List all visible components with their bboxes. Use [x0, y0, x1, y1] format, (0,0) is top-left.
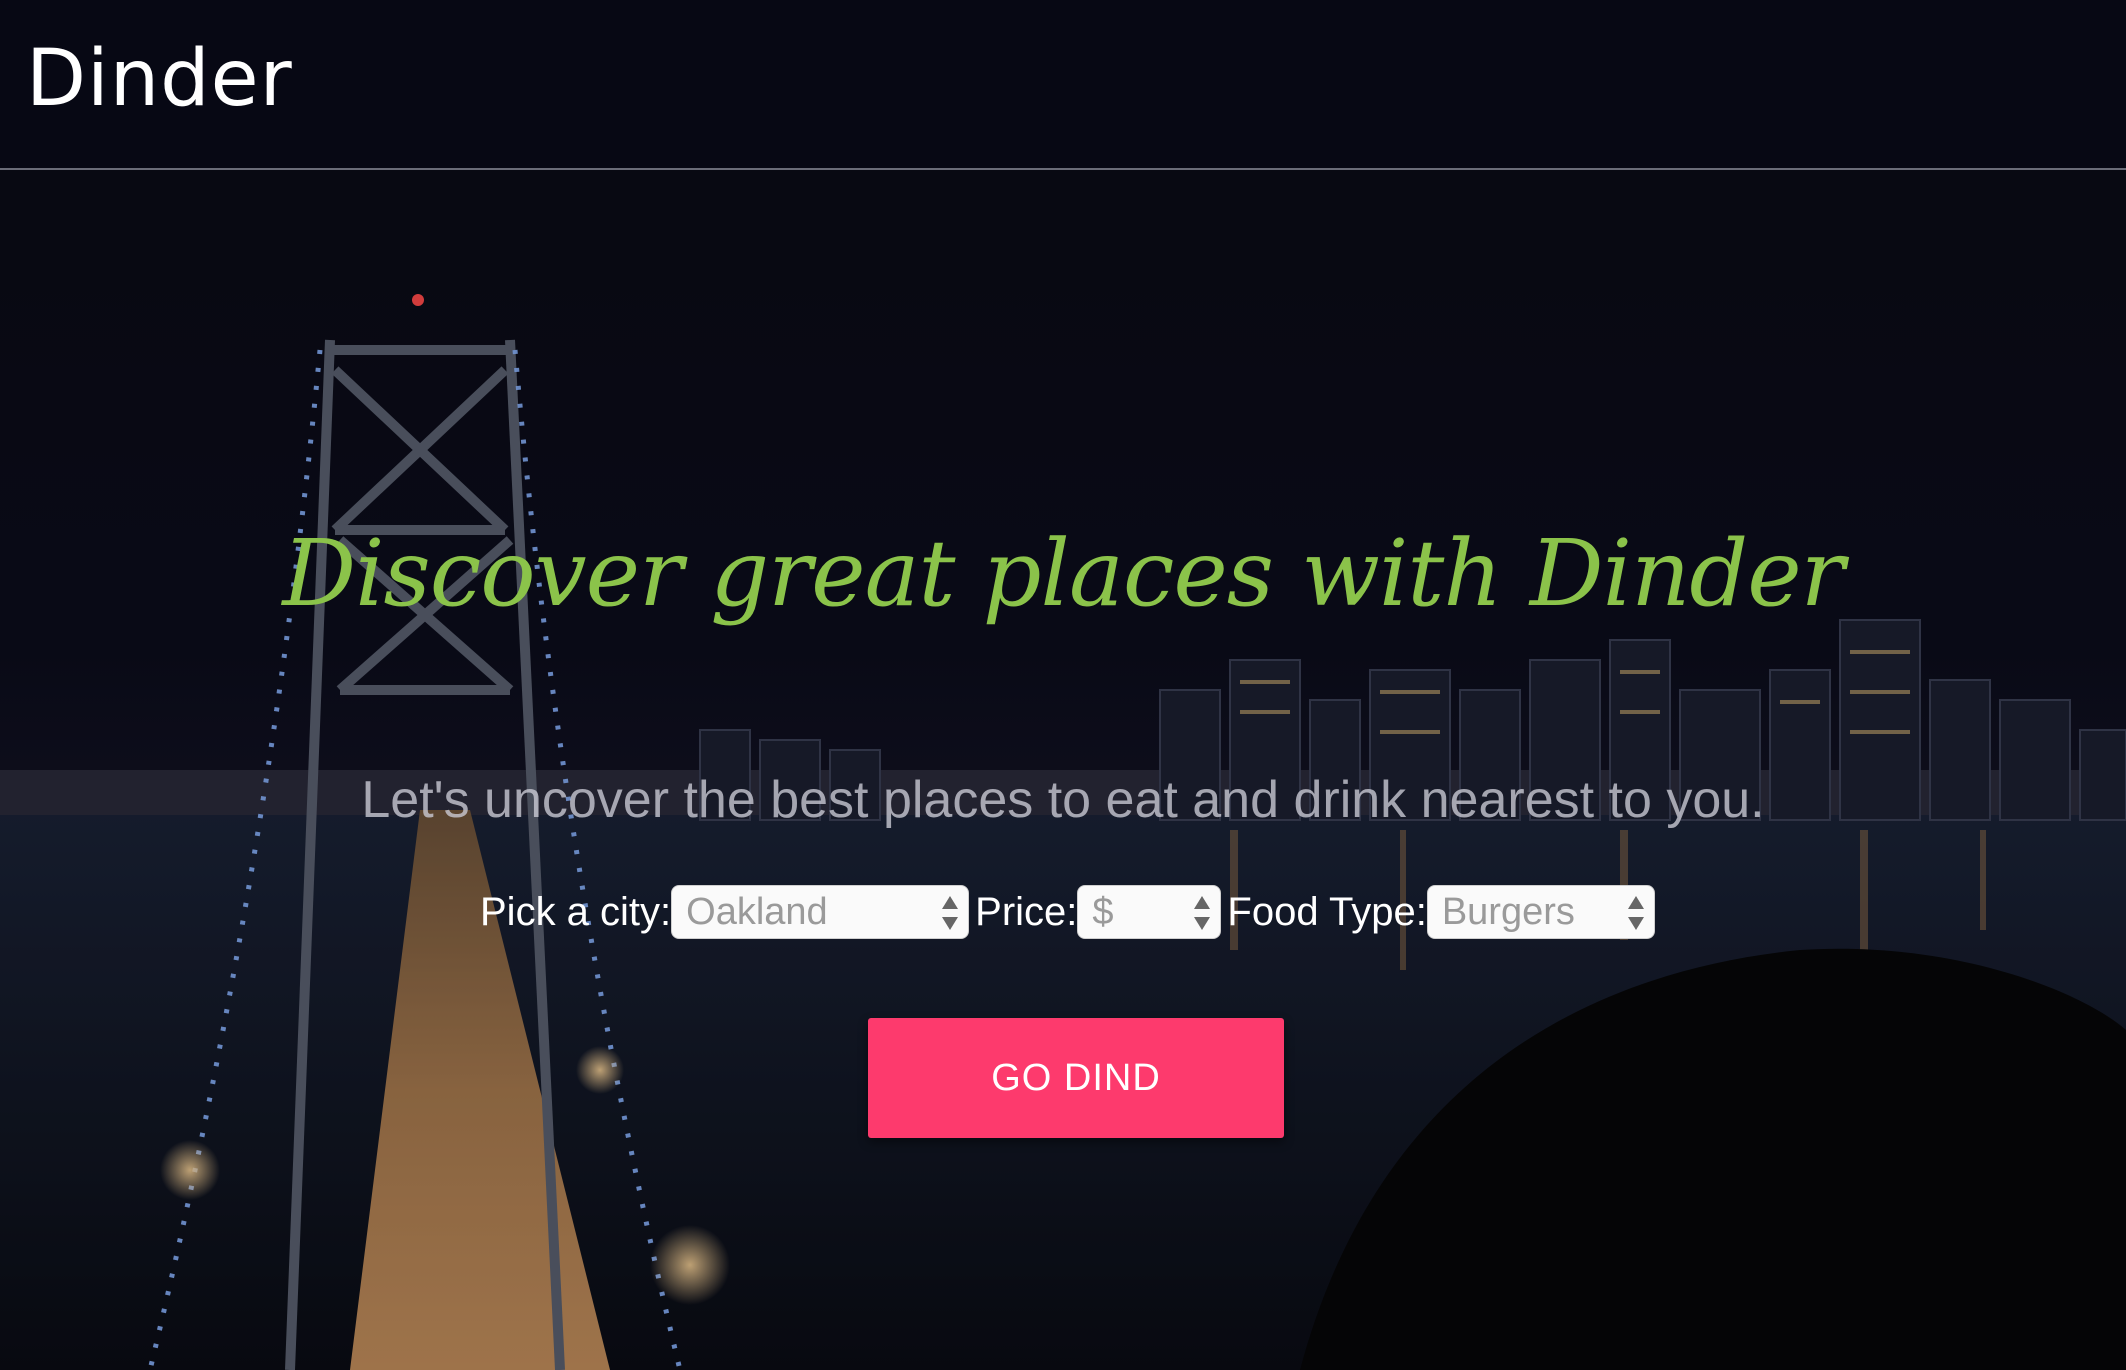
select-arrows-icon	[1194, 894, 1211, 932]
price-select-value: $	[1092, 890, 1114, 933]
price-select[interactable]: $	[1077, 885, 1222, 939]
select-arrows-icon	[942, 894, 959, 932]
hero-headline: Discover great places with Dinder	[282, 520, 1844, 627]
go-dind-button[interactable]: GO DIND	[868, 1018, 1284, 1138]
price-label: Price:	[975, 889, 1078, 934]
food-type-label: Food Type:	[1227, 889, 1427, 934]
hero-tagline: Let's uncover the best places to eat and…	[361, 771, 1765, 829]
city-select[interactable]: Oakland	[671, 885, 970, 939]
food-type-select[interactable]: Burgers	[1426, 885, 1655, 939]
city-label: Pick a city:	[480, 889, 672, 934]
food-type-select-value: Burgers	[1441, 890, 1575, 933]
top-navbar: Dinder	[0, 0, 2126, 170]
select-arrows-icon	[1627, 894, 1644, 932]
search-filters: Pick a city: Oakland Price: $ Food Type:…	[480, 884, 1661, 940]
landing-page: Dinder Discover great places with Dinder…	[0, 0, 2126, 1370]
city-select-value: Oakland	[686, 890, 828, 933]
brand-logo[interactable]: Dinder	[26, 34, 293, 124]
